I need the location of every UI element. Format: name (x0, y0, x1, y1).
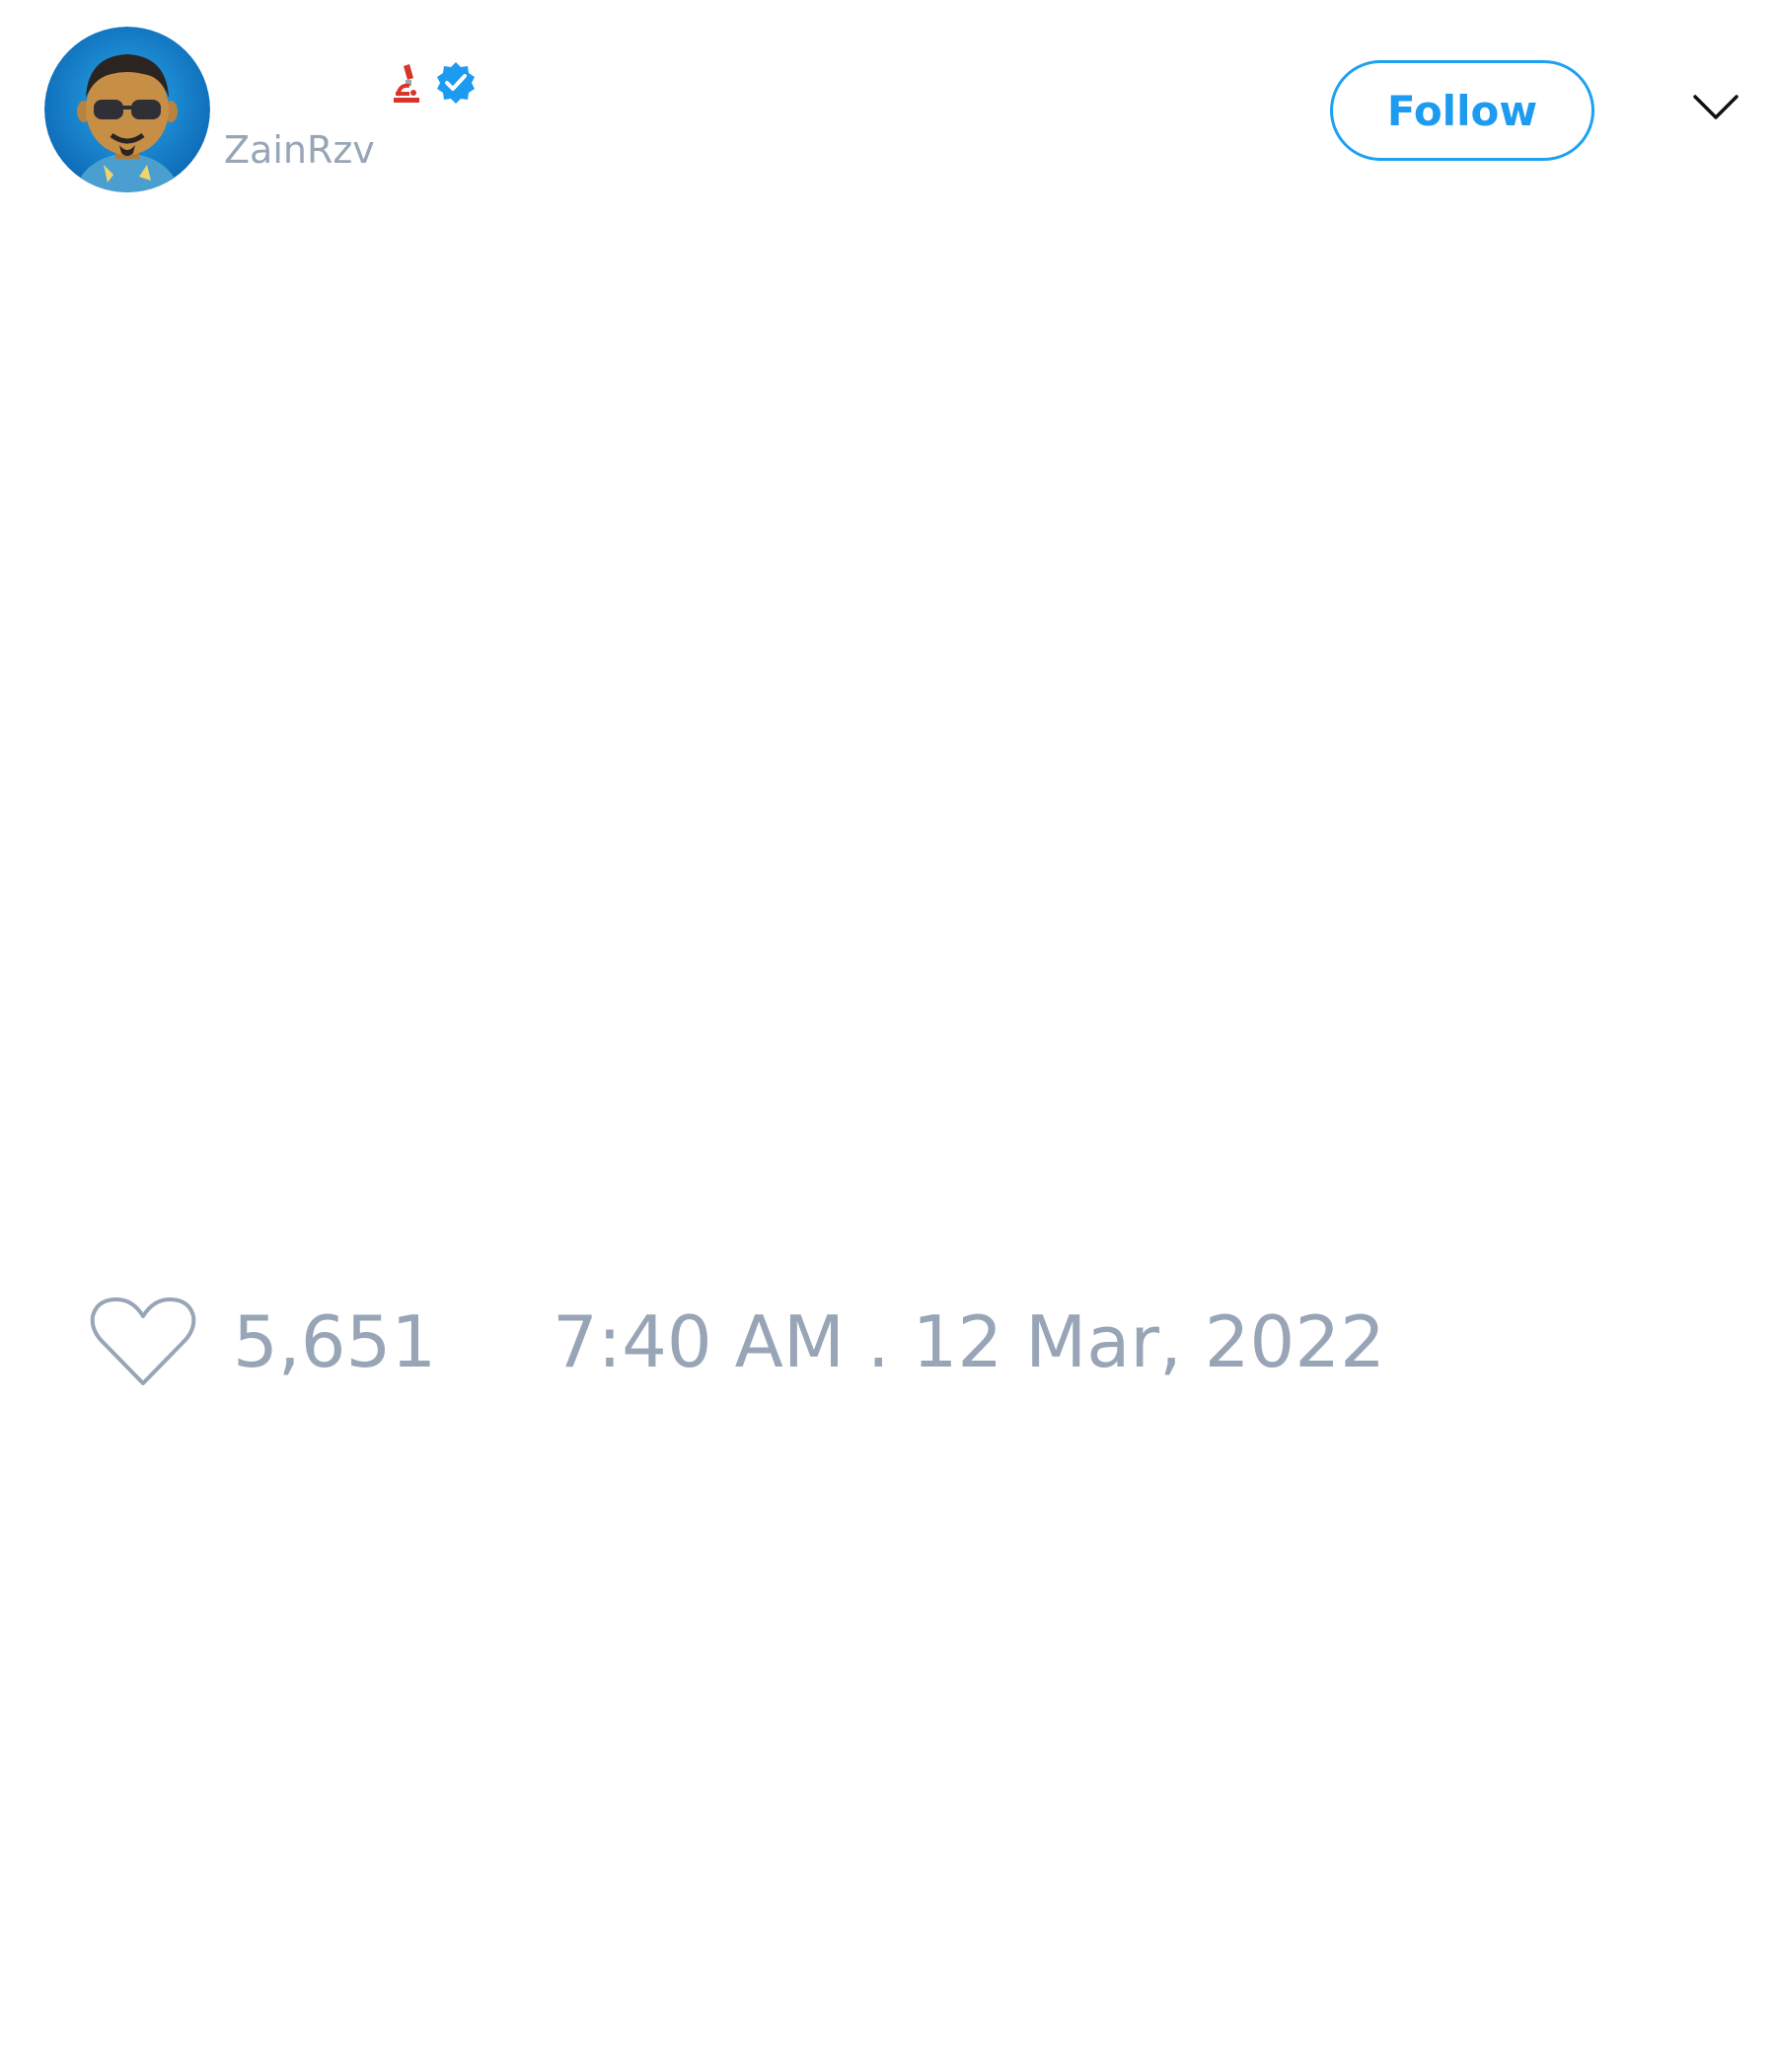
follow-button[interactable]: Follow (1330, 60, 1594, 161)
author-name-row[interactable] (390, 59, 479, 107)
tweet-footer: 5,651 7:40 AM . 12 Mar, 2022 (89, 1293, 1385, 1391)
like-count: 5,651 (233, 1300, 437, 1383)
verified-badge-icon (437, 62, 475, 104)
author-handle[interactable]: ZainRzv (224, 126, 375, 174)
tweet-timestamp[interactable]: 7:40 AM . 12 Mar, 2022 (553, 1293, 1385, 1391)
chevron-down-icon[interactable] (1692, 91, 1739, 122)
microscope-icon (394, 64, 419, 103)
heart-icon[interactable] (89, 1295, 197, 1389)
author-avatar[interactable] (44, 27, 210, 192)
